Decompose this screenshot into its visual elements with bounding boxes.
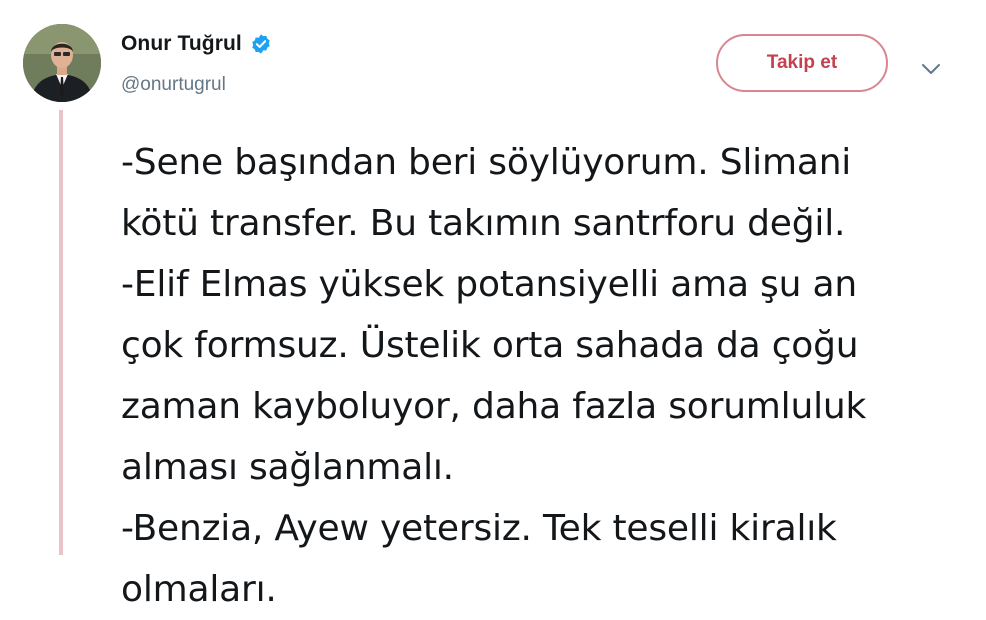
profile-photo-icon bbox=[23, 24, 101, 102]
verified-badge-icon bbox=[250, 33, 272, 55]
author-handle[interactable]: @onurtugrul bbox=[121, 74, 226, 96]
avatar[interactable] bbox=[23, 24, 101, 102]
thread-line bbox=[59, 110, 63, 555]
author-display-name[interactable]: Onur Tuğrul bbox=[121, 32, 242, 56]
chevron-down-icon[interactable] bbox=[920, 62, 942, 76]
author-name-row[interactable]: Onur Tuğrul bbox=[121, 32, 272, 56]
follow-button[interactable]: Takip et bbox=[716, 34, 888, 92]
tweet-text: -Sene başından beri söylüyorum. Slimani … bbox=[121, 142, 867, 610]
